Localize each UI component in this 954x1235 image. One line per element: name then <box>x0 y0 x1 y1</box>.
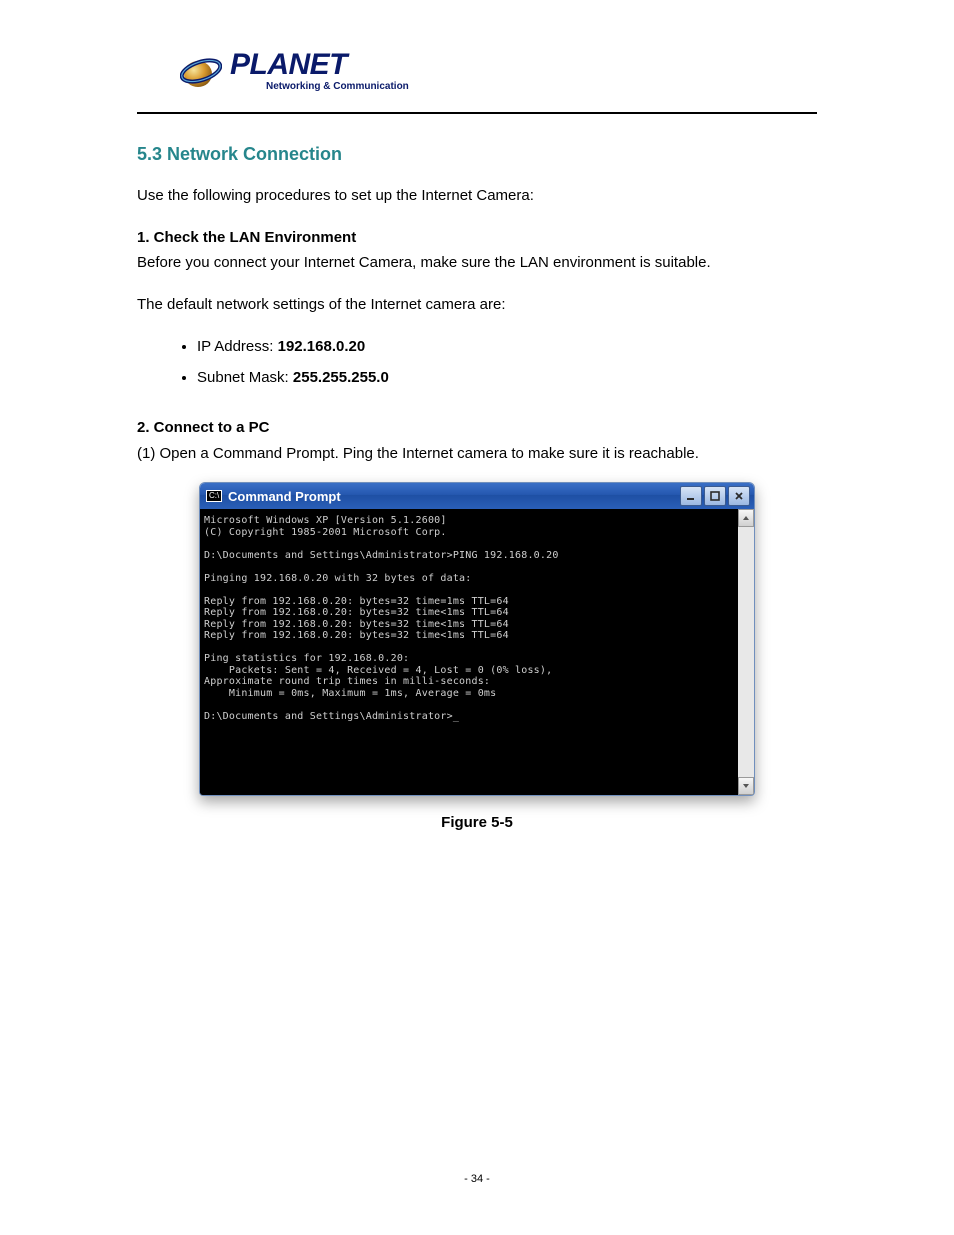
scroll-down-icon[interactable] <box>738 777 754 795</box>
default-settings-list: IP Address: 192.168.0.20 Subnet Mask: 25… <box>137 333 817 391</box>
section-heading: 5.3 Network Connection <box>137 144 817 165</box>
maximize-button[interactable] <box>704 486 726 506</box>
step-2-body: (1) Open a Command Prompt. Ping the Inte… <box>137 445 699 462</box>
list-item-subnet: Subnet Mask: 255.255.255.0 <box>197 364 817 391</box>
cmd-window-title: Command Prompt <box>228 489 674 504</box>
ip-value: 192.168.0.20 <box>278 338 366 355</box>
figure-caption: Figure 5-5 <box>137 814 817 831</box>
scroll-track[interactable] <box>738 527 754 777</box>
default-settings-intro: The default network settings of the Inte… <box>137 292 817 318</box>
cmd-window-controls <box>680 486 750 506</box>
cmd-titlebar: C:\ Command Prompt <box>200 483 754 509</box>
intro-paragraph: Use the following procedures to set up t… <box>137 183 817 209</box>
minimize-button[interactable] <box>680 486 702 506</box>
subnet-value: 255.255.255.0 <box>293 369 389 386</box>
step-1-title: 1. Check the LAN Environment <box>137 229 356 246</box>
cmd-scrollbar[interactable] <box>738 509 754 795</box>
command-prompt-window: C:\ Command Prompt Microsoft Windows XP … <box>199 482 755 796</box>
step-2: 2. Connect to a PC (1) Open a Command Pr… <box>137 415 817 466</box>
step-2-title: 2. Connect to a PC <box>137 419 270 436</box>
brand-name: PLANET <box>230 50 409 80</box>
subnet-label: Subnet Mask: <box>197 369 293 386</box>
brand-logo: PLANET Networking & Communication <box>180 50 954 92</box>
document-body: 5.3 Network Connection Use the following… <box>137 144 817 831</box>
close-button[interactable] <box>728 486 750 506</box>
scroll-up-icon[interactable] <box>738 509 754 527</box>
cmd-output: Microsoft Windows XP [Version 5.1.2600] … <box>200 509 738 795</box>
planet-globe-icon <box>180 50 222 92</box>
step-1-body: Before you connect your Internet Camera,… <box>137 254 711 271</box>
cmd-icon: C:\ <box>206 490 222 502</box>
ip-label: IP Address: <box>197 338 278 355</box>
header-divider <box>137 112 817 114</box>
step-1: 1. Check the LAN Environment Before you … <box>137 225 817 276</box>
list-item-ip: IP Address: 192.168.0.20 <box>197 333 817 360</box>
page-header: PLANET Networking & Communication <box>0 0 954 92</box>
brand-tagline: Networking & Communication <box>230 82 409 92</box>
page-number: - 34 - <box>0 1173 954 1185</box>
